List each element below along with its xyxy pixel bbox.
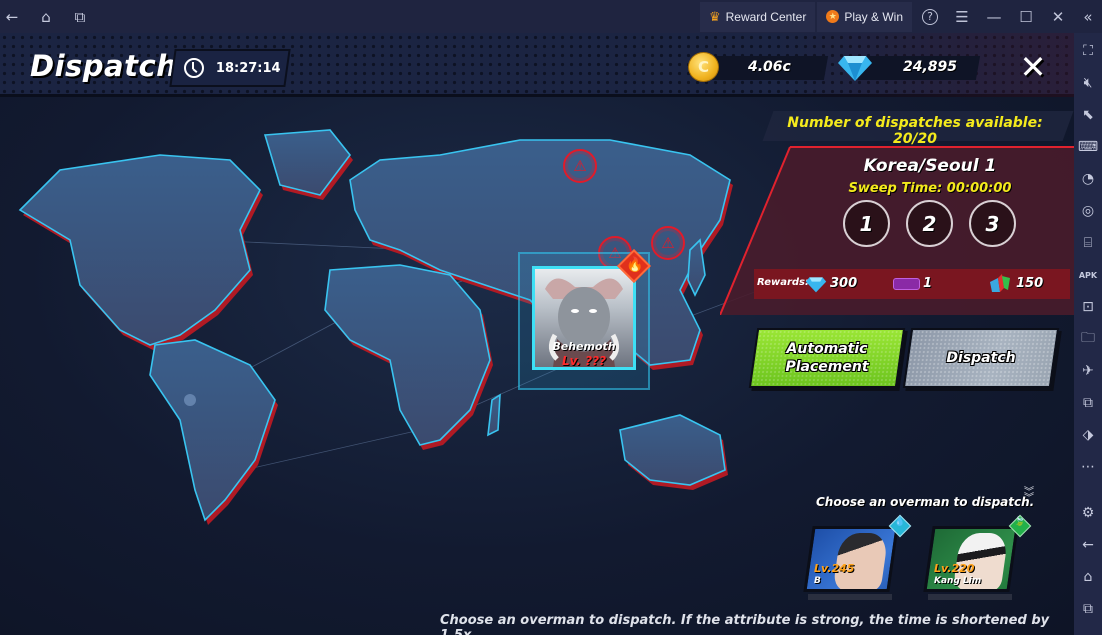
hero-bar [928,594,1012,600]
fullscreen-icon[interactable]: ⛶ [1074,35,1102,67]
south-america [149,339,276,522]
page-title: Dispatch [30,49,178,83]
hero-card-kang-lim[interactable]: Lv.220 Kang Lim [923,526,1019,592]
record-icon[interactable]: ◔ [1074,163,1102,195]
emulator-sidebar: ⛶ 🔇︎ ⬉ ⌨ ◔ ◎ ⌸ APK ⊡ 🗀 ✈ ⧉ ⬗ ⋯ ⚙ ← ⌂ ⧉ [1074,33,1102,635]
timer-display: 18:27:14 [169,49,291,87]
play-win-label: Play & Win [844,9,903,24]
settings-icon[interactable]: ⚙ [1074,497,1102,529]
macro-icon[interactable]: ⌸ [1074,227,1102,259]
gem-icon [838,56,872,81]
reward-gem-value: 300 [830,276,858,291]
fire-icon: 🔥 [626,257,644,273]
back-icon[interactable]: ← [1074,529,1102,561]
gem-balance: 24,895 [903,59,958,75]
mission-marker[interactable]: ⚠ [563,149,597,183]
hero-name: Kang Lim [934,576,982,586]
sweep-time: Sweep Time: 00:00:00 [848,181,1012,196]
home-icon[interactable]: ⌂ [36,7,56,27]
australia [619,414,726,486]
warning-icon: ⚠ [573,157,587,175]
volume-mute-icon[interactable]: 🔇︎ [1074,67,1102,99]
enemy-name: Behemoth [552,340,616,353]
north-america [18,154,261,346]
automatic-placement-button[interactable]: Automatic Placement [748,328,906,388]
reward-shards-value: 150 [1016,276,1044,291]
hero-level: Lv.220 [934,562,975,575]
minimize-icon[interactable]: — [978,0,1010,33]
stage-name: Korea/Seoul 1 [863,156,997,176]
back-icon[interactable]: ← [2,7,22,27]
game-viewport: Dispatch 18:27:14 C 4.06c 24,895 ✕ ⚠ ⚠ ⚠ [0,33,1074,635]
apk-icon[interactable]: APK [1074,259,1102,291]
leaf-icon: 🍃 [1014,517,1026,527]
folder-icon[interactable]: 🗀 [1074,323,1102,355]
help-icon[interactable]: ? [914,0,946,33]
dispatch-label: Dispatch [946,349,1016,366]
dispatch-button[interactable]: Dispatch [902,328,1060,388]
crystal-shards-icon [990,274,1010,292]
enemy-level: Lv. ??? [561,354,607,368]
pointer-icon[interactable]: ⬉ [1074,99,1102,131]
menu-icon[interactable]: ☰ [946,0,978,33]
rotate-screen-icon[interactable]: ⧉ [1074,387,1102,419]
airplane-mode-icon[interactable]: ✈ [1074,355,1102,387]
ticket-icon [893,278,920,290]
shake-icon[interactable]: ⬗ [1074,419,1102,451]
star-badge-icon: ★ [826,10,840,23]
greenland [263,129,352,196]
clock-icon [184,58,204,78]
sync-icon[interactable]: ◎ [1074,195,1102,227]
hero-bar [808,594,892,600]
dispatch-slot-3[interactable]: 3 [969,200,1016,247]
emulator-titlebar: ← ⌂ ⧉ ♛ Reward Center ★ Play & Win ? ☰ —… [0,0,1102,33]
hero-level: Lv.245 [814,562,855,575]
choose-overman-label: Choose an overman to dispatch. [816,495,1035,509]
warning-icon: ⚠ [661,234,675,252]
mission-marker[interactable]: ⚠ [651,226,685,260]
close-dispatch-button[interactable]: ✕ [1016,50,1050,84]
rewards-label: Rewards: [757,277,810,288]
multi-instance-icon[interactable]: ⧉ [70,7,90,27]
reward-ticket-value: 1 [923,276,933,291]
automatic-placement-label: Automatic Placement [785,340,869,375]
enemy-card[interactable]: Behemoth Lv. ??? 🔥 [518,249,651,390]
collapse-sidebar-icon[interactable]: « [1074,0,1102,33]
coin-icon: C [688,52,719,82]
dispatch-count: Number of dispatches available: 20/20 [787,115,1043,147]
timer-text: 18:27:14 [216,60,281,76]
dispatch-slot-2[interactable]: 2 [906,200,953,247]
maximize-icon[interactable]: ☐ [1010,0,1042,33]
dispatch-slot-1[interactable]: 1 [843,200,890,247]
hero-card-b[interactable]: Lv.245 B [803,526,899,592]
footer-hint: Choose an overman to dispatch. If the at… [440,613,1050,635]
water-drop-icon: 💧 [894,517,906,527]
screenshot-icon[interactable]: ⊡ [1074,291,1102,323]
more-icon[interactable]: ⋯ [1074,451,1102,483]
close-icon[interactable]: ✕ [1042,0,1074,33]
play-win-button[interactable]: ★ Play & Win [817,1,912,32]
hero-name: B [814,576,821,586]
reward-center-label: Reward Center [725,9,807,24]
expand-chevrons-icon[interactable]: ︾ ︾ [1020,488,1038,512]
keyboard-icon[interactable]: ⌨ [1074,131,1102,163]
madagascar [487,393,501,437]
recent-apps-icon[interactable]: ⧉ [1074,593,1102,625]
reward-gem-icon [805,277,827,293]
home-icon[interactable]: ⌂ [1074,561,1102,593]
crown-icon: ♛ [708,8,721,24]
coin-balance: 4.06c [748,59,791,75]
reward-center-button[interactable]: ♛ Reward Center [699,1,816,32]
